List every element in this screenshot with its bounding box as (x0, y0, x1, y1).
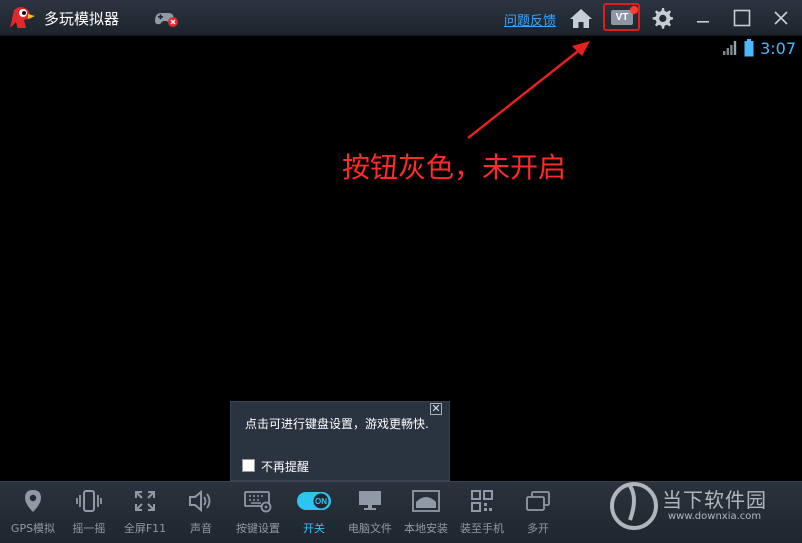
android-status-bar: 3:07 (722, 38, 796, 58)
toolbar-label: 开关 (303, 522, 325, 535)
keyboard-hint-popup: ✕ 点击可进行键盘设置，游戏更畅快. 不再提醒 (230, 401, 450, 481)
watermark-text-cn: 当下软件园 (662, 488, 767, 512)
feedback-link[interactable]: 问题反馈 (504, 10, 556, 29)
vt-badge: VT (611, 10, 633, 25)
toggle-on-text: ON (315, 497, 327, 506)
watermark: 当下软件园 www.downxia.com (608, 476, 798, 540)
close-button[interactable] (767, 4, 795, 32)
gear-icon (652, 8, 673, 29)
home-icon (570, 9, 592, 28)
battery-icon (744, 39, 754, 57)
monitor-icon (359, 491, 381, 510)
toolbar-pc-files-button[interactable]: 电脑文件 (342, 488, 398, 538)
settings-button[interactable] (648, 4, 676, 32)
toolbar-key-settings-button[interactable]: 按键设置 (230, 488, 286, 538)
clock: 3:07 (760, 38, 796, 58)
toggle-on-icon: ON (297, 492, 331, 510)
home-button[interactable] (567, 4, 595, 32)
toolbar-shake-button[interactable]: 摇一摇 (61, 488, 117, 538)
popup-close-button[interactable]: ✕ (430, 403, 442, 415)
toolbar-sound-button[interactable]: 声音 (173, 488, 229, 538)
qr-code-icon (471, 490, 493, 512)
minimize-icon (697, 21, 709, 23)
popup-message: 点击可进行键盘设置，游戏更畅快. (245, 417, 429, 431)
toolbar-toggle-button[interactable]: ON 开关 (286, 488, 342, 538)
annotation-text: 按钮灰色，未开启 (342, 151, 567, 184)
gamepad-disconnected-icon[interactable] (152, 7, 180, 29)
location-pin-icon (25, 490, 41, 512)
toolbar-label: 摇一摇 (72, 522, 106, 535)
shake-icon (76, 490, 102, 512)
fullscreen-icon (135, 491, 155, 511)
toolbar-label: 装至手机 (460, 522, 504, 535)
signal-icon (723, 41, 737, 55)
app-title: 多玩模拟器 (44, 10, 120, 28)
vt-button[interactable]: VT (603, 3, 640, 31)
toolbar-label: 全屏F11 (123, 522, 167, 535)
maximize-icon (733, 9, 751, 27)
toolbar-label: 声音 (190, 522, 212, 535)
title-bar: 多玩模拟器 问题反馈 VT (0, 0, 802, 36)
toolbar-label: 按键设置 (236, 522, 280, 535)
toolbar-local-install-button[interactable]: 本地安装 (398, 488, 454, 538)
dont-remind-label: 不再提醒 (261, 460, 310, 474)
watermark-text-en: www.downxia.com (668, 511, 762, 522)
app-logo-icon (10, 7, 35, 30)
toolbar-fullscreen-button[interactable]: 全屏F11 (117, 488, 173, 538)
apk-install-icon (412, 490, 440, 512)
speaker-icon (189, 490, 211, 512)
vt-notification-dot (630, 6, 638, 14)
toolbar-label: 本地安装 (404, 522, 448, 535)
keyboard-settings-icon (244, 491, 272, 513)
toolbar-gps-button[interactable]: GPS模拟 (5, 488, 61, 538)
maximize-button[interactable] (728, 4, 756, 32)
watermark-logo-icon (610, 482, 658, 530)
toolbar-label: 电脑文件 (348, 522, 392, 535)
close-icon (774, 11, 788, 25)
minimize-button[interactable] (689, 4, 717, 32)
toolbar-install-phone-button[interactable]: 装至手机 (454, 488, 510, 538)
toolbar-label: GPS模拟 (10, 522, 56, 535)
toolbar-label: 多开 (527, 522, 549, 535)
toolbar-multi-open-button[interactable]: 多开 (510, 488, 566, 538)
multi-window-icon (526, 491, 550, 511)
dont-remind-checkbox[interactable] (242, 459, 255, 472)
